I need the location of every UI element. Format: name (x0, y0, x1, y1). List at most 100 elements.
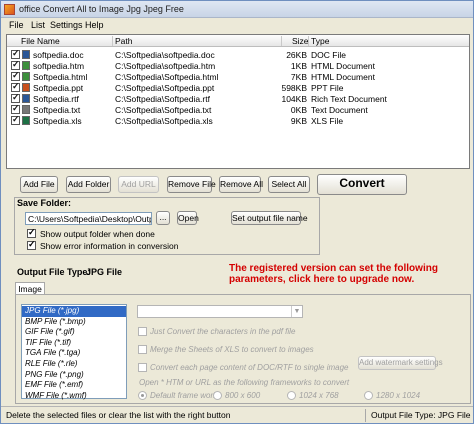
file-type: DOC File (311, 50, 346, 60)
rtf-icon (22, 94, 30, 103)
frame-1280-radio[interactable] (364, 391, 373, 400)
file-size: 598KB (281, 83, 307, 93)
ppt-icon (22, 83, 30, 92)
app-window: office Convert All to Image Jpg Jpeg Fre… (0, 0, 474, 424)
file-name: Softpedia.html (33, 72, 88, 82)
open-frame-note: Open * HTM or URL as the following frame… (139, 378, 350, 387)
file-name: Softpedia.rtf (33, 94, 79, 104)
format-item[interactable]: PNG File (*.png) (22, 370, 126, 381)
file-row-checkbox[interactable] (11, 81, 20, 92)
format-item[interactable]: GIF File (*.gif) (22, 327, 126, 338)
merge-sheets-checkbox[interactable] (138, 345, 147, 354)
file-row-checkbox[interactable] (11, 92, 20, 103)
file-row-checkbox[interactable] (11, 114, 20, 125)
html-doc-icon (22, 61, 30, 70)
browse-button[interactable]: ... (156, 211, 170, 225)
file-size: 9KB (290, 116, 307, 126)
format-item[interactable]: EMF File (*.emf) (22, 380, 126, 391)
file-row-checkbox[interactable] (11, 59, 20, 70)
convert-button[interactable]: Convert (317, 174, 407, 195)
file-path: C:\Softpedia\softpedia.doc (115, 50, 215, 60)
file-size: 1KB (290, 61, 307, 71)
frame-1024-radio[interactable] (287, 391, 296, 400)
add-watermark-button[interactable]: Add watermark settings (358, 356, 443, 370)
just-convert-checkbox[interactable] (138, 327, 147, 336)
file-path: C:\Softpedia\Softpedia.ppt (115, 83, 215, 93)
frame-default-radio[interactable] (138, 391, 147, 400)
menu-help[interactable]: Help (85, 20, 104, 30)
menu-settings[interactable]: Settings (50, 20, 83, 30)
column-file-name[interactable]: File Name (21, 36, 60, 46)
format-item[interactable]: BMP File (*.bmp) (22, 317, 126, 328)
file-row[interactable]: Softpedia.html C:\Softpedia\Softpedia.htm… (7, 70, 469, 82)
file-row-checkbox[interactable] (11, 103, 20, 114)
add-url-button[interactable]: Add URL (118, 176, 159, 193)
merge-sheets-label: Merge the Sheets of XLS to convert to im… (150, 345, 314, 354)
file-row[interactable]: Softpedia.xls C:\Softpedia\Softpedia.xls 9… (7, 114, 469, 126)
file-path: C:\Softpedia\Softpedia.xls (115, 116, 213, 126)
file-type: HTML Document (311, 72, 375, 82)
file-name: softpedia.htm (33, 61, 85, 71)
show-output-label: Show output folder when done (40, 229, 155, 239)
title-bar: office Convert All to Image Jpg Jpeg Fre… (1, 1, 473, 18)
convert-each-label: Convert each page content of DOC/RTF to … (150, 363, 349, 372)
file-size: 0KB (290, 105, 307, 115)
file-path: C:\Softpedia\Softpedia.html (115, 72, 219, 82)
format-option-dropdown[interactable]: ▼ (137, 305, 303, 318)
file-name: Softpedia.ppt (33, 83, 84, 93)
file-size: 7KB (290, 72, 307, 82)
convert-each-checkbox[interactable] (138, 363, 147, 372)
show-error-label: Show error information in conversion (40, 241, 179, 251)
window-title: office Convert All to Image Jpg Jpeg Fre… (19, 4, 184, 14)
upgrade-notice-line2[interactable]: parameters, click here to upgrade now. (229, 274, 414, 285)
select-all-button[interactable]: Select All (268, 176, 310, 193)
txt-icon (22, 105, 30, 114)
format-item[interactable]: TIF File (*.tif) (22, 338, 126, 349)
output-type-label: Output File Type: (17, 267, 91, 277)
show-output-checkbox[interactable] (27, 227, 36, 238)
show-error-checkbox[interactable] (27, 239, 36, 250)
upgrade-notice-line1[interactable]: The registered version can set the follo… (229, 263, 438, 274)
column-type[interactable]: Type (311, 36, 329, 46)
file-path: C:\Softpedia\softpedia.htm (115, 61, 216, 71)
file-path: C:\Softpedia\Softpedia.rtf (115, 94, 210, 104)
open-button[interactable]: Open (177, 211, 199, 225)
file-row-checkbox[interactable] (11, 70, 20, 81)
format-item[interactable]: RLE File (*.rle) (22, 359, 126, 370)
file-row[interactable]: softpedia.doc C:\Softpedia\softpedia.doc 2… (7, 48, 469, 60)
menu-file[interactable]: File (9, 20, 24, 30)
format-item[interactable]: TGA File (*.tga) (22, 348, 126, 359)
column-size[interactable]: Size (292, 36, 309, 46)
file-type: Rich Text Document (311, 94, 387, 104)
column-path[interactable]: Path (115, 36, 133, 46)
file-list-header: File Name Path Size Type (7, 35, 469, 47)
format-item[interactable]: JPG File (*.jpg) (22, 306, 126, 317)
output-type-value: JPG File (86, 267, 123, 277)
file-list[interactable]: File Name Path Size Type softpedia.doc C:… (6, 34, 470, 169)
format-item[interactable]: WMF File (*.wmf) (22, 391, 126, 402)
status-bar: Delete the selected files or clear the l… (1, 406, 473, 423)
just-convert-label: Just Convert the characters in the pdf f… (150, 327, 296, 336)
frame-1024-label: 1024 x 768 (299, 391, 339, 400)
status-output-type: Output File Type: JPG File (371, 410, 471, 420)
remove-all-button[interactable]: Remove All (219, 176, 263, 193)
html-doc-icon (22, 72, 30, 81)
file-size: 26KB (286, 50, 307, 60)
file-name: Softpedia.txt (33, 105, 81, 115)
add-folder-button[interactable]: Add Folder (66, 176, 111, 193)
file-row[interactable]: Softpedia.txt C:\Softpedia\Softpedia.txt 0… (7, 103, 469, 115)
file-type: HTML Document (311, 61, 375, 71)
add-file-button[interactable]: Add File (20, 176, 58, 193)
remove-file-button[interactable]: Remove File (167, 176, 216, 193)
frame-800-radio[interactable] (213, 391, 222, 400)
save-folder-input[interactable]: C:\Users\Softpedia\Desktop\Output Files (25, 212, 152, 225)
file-name: Softpedia.xls (33, 116, 82, 126)
menu-list[interactable]: List (31, 20, 45, 30)
chevron-down-icon[interactable]: ▼ (291, 306, 302, 317)
file-row-checkbox[interactable] (11, 48, 20, 59)
set-output-name-button[interactable]: Set output file name (231, 211, 308, 225)
file-row[interactable]: Softpedia.ppt C:\Softpedia\Softpedia.ppt 5… (7, 81, 469, 93)
format-list[interactable]: JPG File (*.jpg) BMP File (*.bmp) GIF File… (21, 304, 127, 402)
file-row[interactable]: Softpedia.rtf C:\Softpedia\Softpedia.rtf 1… (7, 92, 469, 104)
file-row[interactable]: softpedia.htm C:\Softpedia\softpedia.htm 1… (7, 59, 469, 71)
